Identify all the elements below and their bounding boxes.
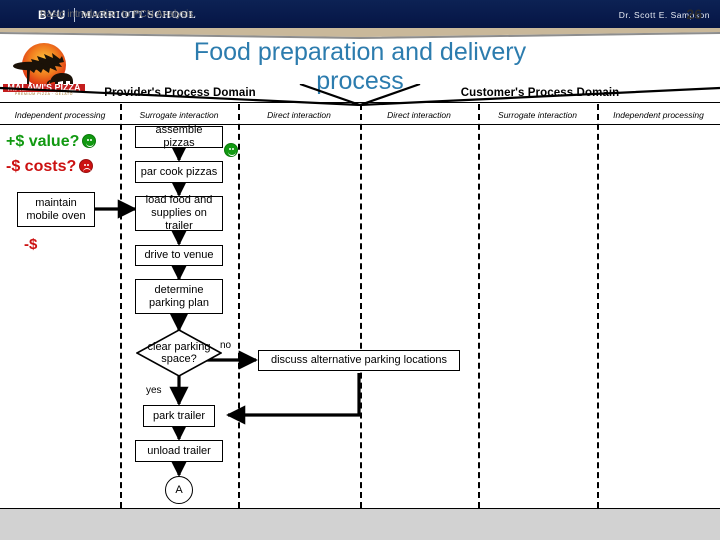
happy-face-icon [82, 134, 97, 148]
happy-face-icon-surrogate [224, 143, 238, 157]
edge-label-yes: yes [146, 385, 162, 396]
costs-annotation: -$ costs? [6, 158, 94, 176]
column-header-1: Surrogate interaction [139, 110, 219, 120]
sad-face-icon [79, 159, 94, 173]
column-divider-1 [120, 104, 122, 508]
flow-node-drive-to-venue[interactable]: drive to venue [135, 245, 223, 266]
flow-node-clear-parking-decision-label: clear parking space? [147, 341, 211, 365]
column-header-3: Direct interaction [387, 110, 451, 120]
column-divider-4 [478, 104, 480, 508]
flow-node-load-food-supplies[interactable]: load food and supplies on trailer [135, 194, 223, 232]
flow-node-unload-trailer[interactable]: unload trailer [135, 440, 223, 462]
column-header-0: Independent processing [14, 110, 106, 120]
flow-node-par-cook-pizzas[interactable]: par cook pizzas [135, 161, 223, 183]
edge-label-no: no [220, 340, 232, 351]
page-number: 26 [686, 6, 702, 22]
column-header-2: Direct interaction [267, 110, 331, 120]
flow-node-park-trailer[interactable]: park trailer [143, 405, 215, 427]
flow-node-discuss-alternative-parking[interactable]: discuss alternative parking locations [258, 350, 460, 371]
cost-marker-annotation: -$ [24, 236, 38, 253]
flow-node-maintain-mobile-oven[interactable]: maintain mobile oven [17, 192, 95, 227]
flow-node-clear-parking-decision[interactable]: clear parking space? [136, 329, 222, 377]
column-divider-2 [238, 104, 240, 508]
flow-connector-a[interactable]: A [165, 476, 193, 504]
value-annotation: +$ value? [6, 133, 97, 151]
header-rule-top [0, 102, 720, 103]
flow-node-determine-parking-plan[interactable]: determine parking plan [135, 279, 223, 314]
flow-node-assemble-pizzas[interactable]: assemble pizzas [135, 124, 223, 149]
column-divider-3 [360, 104, 362, 508]
value-annotation-label: +$ value? [6, 133, 80, 150]
costs-annotation-label: -$ costs? [6, 158, 77, 175]
footer-text: Basic introduction to PCN Analysis [40, 9, 194, 20]
footer-bar [0, 509, 720, 540]
column-divider-5 [597, 104, 599, 508]
slide-canvas: BYU MARRIOTT SCHOOL Dr. Scott E. Sampson… [0, 0, 720, 540]
column-header-4: Surrogate interaction [498, 110, 577, 120]
column-header-5: Independent processing [613, 110, 704, 120]
